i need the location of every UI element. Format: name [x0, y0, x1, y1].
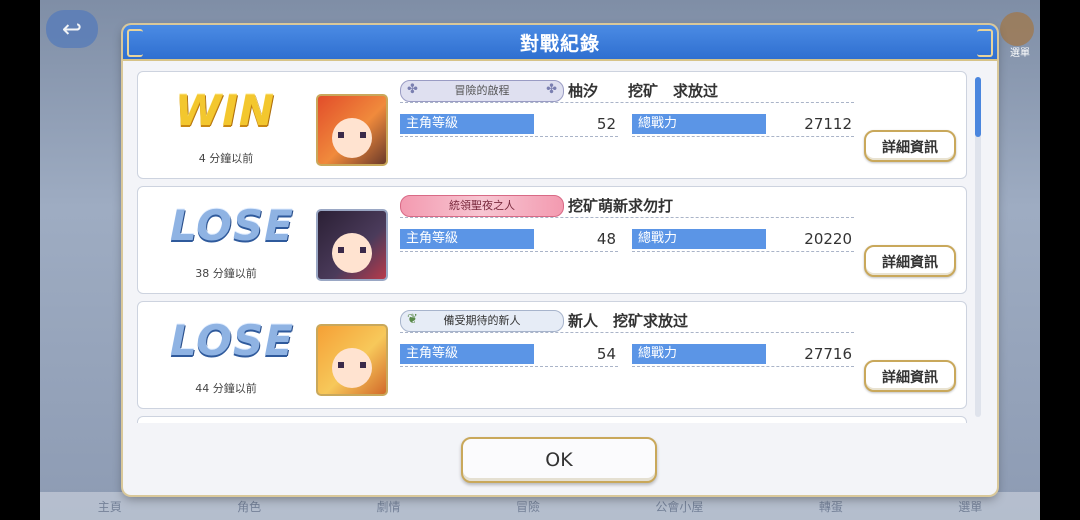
- avatar-face: [332, 348, 372, 388]
- opponent-avatar: [316, 94, 388, 166]
- avatar-eyes: [338, 132, 366, 138]
- nav-item-guild[interactable]: 公會小屋: [655, 498, 703, 515]
- club-icon: ✤: [407, 82, 418, 97]
- power-label: 總戰力: [632, 114, 766, 134]
- time-ago: 44 分鐘以前: [195, 382, 257, 395]
- nav-item-home[interactable]: 主頁: [98, 498, 122, 515]
- level-value: 54: [596, 345, 616, 363]
- divider: [632, 136, 854, 137]
- level-label: 主角等級: [400, 229, 534, 249]
- bottom-nav-bar: 主頁 角色 劇情 冒險 公會小屋 轉蛋 選單: [40, 492, 1040, 520]
- divider: [400, 102, 854, 103]
- result-label: WIN: [174, 86, 276, 135]
- divider: [632, 251, 854, 252]
- menu-label: 選單: [1010, 48, 1030, 59]
- dialog-header: 對戰紀錄: [123, 25, 997, 61]
- avatar-face: [332, 118, 372, 158]
- result-label: LOSE: [170, 316, 294, 365]
- title-badge: 統領聖夜之人: [400, 195, 564, 217]
- divider: [400, 136, 618, 137]
- result-label: LOSE: [170, 201, 294, 250]
- corner-ornament-right: [977, 29, 993, 57]
- opponent-avatar: [316, 209, 388, 281]
- menu-icon[interactable]: [1000, 12, 1034, 46]
- record-list[interactable]: WIN 4 分鐘以前 ✤ 冒險的啟程 ✤ 柚汐 挖矿 求放过 主角等級 52 總…: [137, 71, 967, 423]
- detail-info-button[interactable]: 詳細資訊: [864, 130, 956, 162]
- nav-item-menu[interactable]: 選單: [958, 498, 982, 515]
- time-ago: 4 分鐘以前: [198, 152, 254, 165]
- battle-record-dialog: 對戰紀錄 WIN 4 分鐘以前 ✤ 冒險的啟程 ✤ 柚汐 挖矿 求放过 主角等級…: [123, 25, 997, 495]
- power-value: 20220: [804, 230, 852, 248]
- scrollbar-thumb[interactable]: [975, 77, 981, 137]
- time-ago: 38 分鐘以前: [195, 267, 257, 280]
- divider: [400, 366, 618, 367]
- club-icon: ✤: [546, 82, 557, 97]
- scrollbar[interactable]: [975, 77, 981, 417]
- nav-item-adventure[interactable]: 冒險: [516, 498, 540, 515]
- ok-button[interactable]: OK: [461, 437, 657, 483]
- title-badge-text: 冒險的啟程: [454, 84, 510, 97]
- level-value: 48: [596, 230, 616, 248]
- record-card: WIN 4 分鐘以前 ✤ 冒險的啟程 ✤ 柚汐 挖矿 求放过 主角等級 52 總…: [137, 71, 967, 179]
- opponent-avatar: [316, 324, 388, 396]
- record-card: LOSE 44 分鐘以前 ❦ 備受期待的新人 新人 挖矿求放过 主角等級 54 …: [137, 301, 967, 409]
- nav-item-character[interactable]: 角色: [237, 498, 261, 515]
- avatar-face: [332, 233, 372, 273]
- power-value: 27112: [804, 115, 852, 133]
- power-label: 總戰力: [632, 344, 766, 364]
- detail-info-button[interactable]: 詳細資訊: [864, 245, 956, 277]
- player-name: 柚汐 挖矿 求放过: [568, 82, 719, 100]
- title-badge-text: 統領聖夜之人: [449, 199, 515, 212]
- avatar-eyes: [338, 247, 366, 253]
- game-screen: ↩ 選單 主頁 角色 劇情 冒險 公會小屋 轉蛋 選單 對戰紀錄 WIN 4 分…: [0, 0, 1080, 520]
- back-icon[interactable]: ↩: [46, 10, 98, 48]
- divider: [632, 366, 854, 367]
- nav-item-gacha[interactable]: 轉蛋: [819, 498, 843, 515]
- avatar-eyes: [338, 362, 366, 368]
- nav-item-story[interactable]: 劇情: [377, 498, 401, 515]
- dialog-title: 對戰紀錄: [519, 32, 600, 55]
- level-label: 主角等級: [400, 114, 534, 134]
- power-label: 總戰力: [632, 229, 766, 249]
- title-badge-text: 備受期待的新人: [443, 314, 521, 327]
- player-name: 挖矿萌新求勿打: [568, 197, 674, 215]
- level-value: 52: [596, 115, 616, 133]
- power-value: 27716: [804, 345, 852, 363]
- corner-ornament-left: [127, 29, 143, 57]
- record-card: LOSE 38 分鐘以前 統領聖夜之人 挖矿萌新求勿打 主角等級 48 總戰力 …: [137, 186, 967, 294]
- player-name: 新人 挖矿求放过: [568, 312, 689, 330]
- title-badge: ❦ 備受期待的新人: [400, 310, 564, 332]
- record-card-partial: [137, 416, 967, 423]
- divider: [400, 217, 854, 218]
- detail-info-button[interactable]: 詳細資訊: [864, 360, 956, 392]
- wreath-icon: ❦: [407, 312, 418, 327]
- divider: [400, 251, 618, 252]
- level-label: 主角等級: [400, 344, 534, 364]
- title-badge: ✤ 冒險的啟程 ✤: [400, 80, 564, 102]
- divider: [400, 332, 854, 333]
